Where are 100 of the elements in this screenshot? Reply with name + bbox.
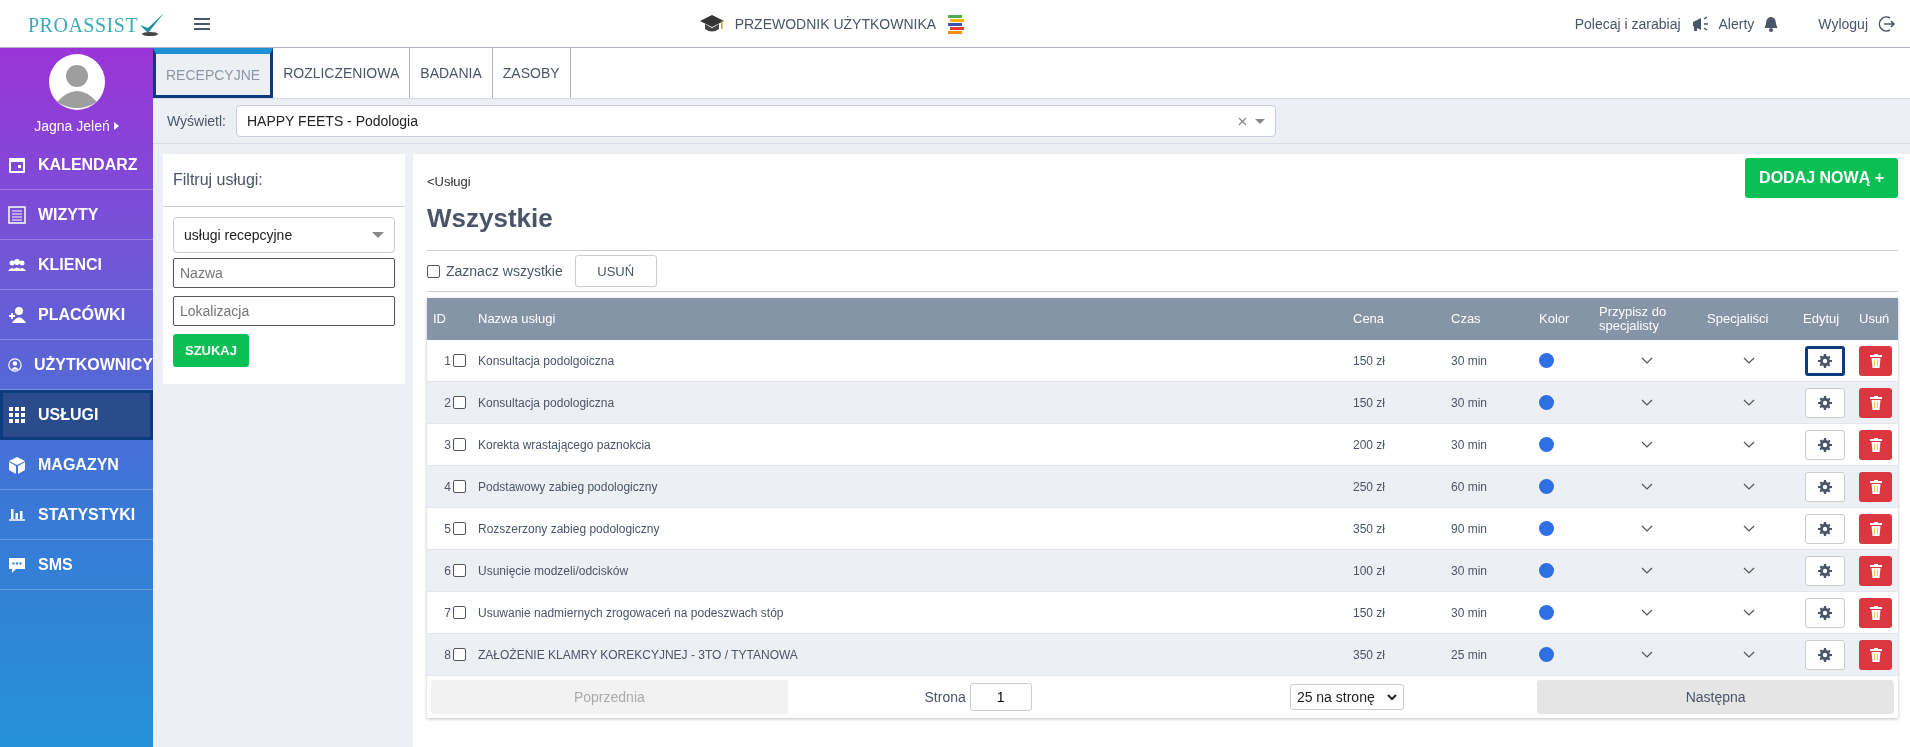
chevron-down-icon[interactable] <box>1641 399 1653 406</box>
chevron-down-icon[interactable] <box>1743 483 1755 490</box>
checkbox[interactable] <box>453 354 466 367</box>
logout-icon[interactable] <box>1878 14 1896 33</box>
delete-button[interactable] <box>1859 387 1892 418</box>
chevron-down-icon[interactable] <box>1641 357 1653 364</box>
per-page-select[interactable]: 25 na stronę <box>1289 684 1404 710</box>
chevron-down-icon <box>1386 693 1397 701</box>
breadcrumb-link[interactable]: <Usługi <box>427 174 553 189</box>
delete-button[interactable] <box>1859 429 1892 460</box>
table-cell: 30 min <box>1451 395 1488 410</box>
gear-icon <box>1818 437 1832 452</box>
caret-down-icon[interactable] <box>1255 118 1265 124</box>
clinic-select[interactable]: HAPPY FEETS - Podologia <box>236 105 1276 137</box>
user-name[interactable]: Jagna Jeleń <box>34 118 110 134</box>
menu-icon[interactable] <box>194 17 211 30</box>
table-cell: 250 zł <box>1353 479 1386 494</box>
table-cell: 200 zł <box>1353 437 1386 452</box>
delete-button[interactable]: USUŃ <box>574 255 657 287</box>
table-cell: 1 <box>444 353 451 368</box>
chevron-down-icon[interactable] <box>1743 567 1755 574</box>
chevron-down-icon[interactable] <box>1641 651 1653 658</box>
page-title: Wszystkie <box>427 203 553 234</box>
location-field[interactable]: Lokalizacja <box>173 296 395 326</box>
chevron-down-icon[interactable] <box>1641 483 1653 490</box>
chevron-down-icon[interactable] <box>1641 609 1653 616</box>
chevron-down-icon[interactable] <box>1641 567 1653 574</box>
gear-icon <box>1818 647 1832 662</box>
table-cell: ZAŁOŻENIE KLAMRY KOREKCYJNEJ - 3TO / TYTANOWA <box>478 647 798 662</box>
chevron-down-icon[interactable] <box>1743 399 1755 406</box>
next-button[interactable]: Następna <box>1537 680 1894 714</box>
checkbox[interactable] <box>453 396 466 409</box>
refer-link[interactable]: Polecaj i zarabiaj <box>1574 15 1681 32</box>
trash-icon <box>1869 353 1882 368</box>
table-cell: 100 zł <box>1353 563 1386 578</box>
checkbox[interactable] <box>453 606 466 619</box>
delete-button[interactable] <box>1859 513 1892 544</box>
chevron-down-icon[interactable] <box>1743 525 1755 532</box>
chevron-down-icon[interactable] <box>1641 525 1653 532</box>
gear-icon <box>1818 395 1832 410</box>
chevron-down-icon[interactable] <box>1641 441 1653 448</box>
trash-icon <box>1869 521 1882 536</box>
trash-icon <box>1869 563 1882 578</box>
table-cell: Usunięcie modzeli/odcisków <box>478 563 629 578</box>
table-cell: 350 zł <box>1353 647 1386 662</box>
chevron-down-icon[interactable] <box>1743 357 1755 364</box>
column-header: Kolor <box>1538 309 1571 328</box>
delete-button[interactable] <box>1859 597 1892 628</box>
type-select[interactable]: usługi recepcyjne <box>173 217 395 253</box>
logout-link[interactable]: Wyloguj <box>1818 15 1868 32</box>
table-cell: Rozszerzony zabieg podologiczny <box>478 521 660 536</box>
guide-link[interactable]: PRZEWODNIK UŻYTKOWNIKA <box>734 15 937 32</box>
tab[interactable]: BADANIA <box>410 48 493 98</box>
table-cell: 150 zł <box>1353 605 1386 620</box>
delete-button[interactable] <box>1859 555 1892 586</box>
clear-icon[interactable] <box>1238 116 1247 126</box>
page-field[interactable]: 1 <box>969 683 1032 711</box>
table-cell: 60 min <box>1451 479 1488 494</box>
sidebar-item[interactable]: USŁUGI <box>0 390 153 440</box>
table-cell: 2 <box>444 395 451 410</box>
table-cell: 7 <box>444 605 451 620</box>
table-cell: 4 <box>444 479 451 494</box>
table-cell: 150 zł <box>1353 395 1386 410</box>
table-cell: 90 min <box>1451 521 1488 536</box>
bell-icon[interactable] <box>1764 15 1779 32</box>
chevron-down-icon[interactable] <box>1743 651 1755 658</box>
delete-button[interactable] <box>1859 639 1892 670</box>
trash-icon <box>1869 605 1882 620</box>
checkbox[interactable] <box>453 438 466 451</box>
tab[interactable]: ZASOBY <box>492 48 571 98</box>
caret-icon[interactable] <box>113 122 119 130</box>
table-cell: 5 <box>444 521 451 536</box>
chevron-down-icon[interactable] <box>1743 441 1755 448</box>
name-field[interactable]: Nazwa <box>173 258 395 288</box>
gear-icon <box>1818 563 1832 578</box>
select-all-label[interactable]: Zaznacz wszystkie <box>446 263 563 279</box>
gear-icon <box>1818 479 1832 494</box>
checkbox[interactable] <box>453 648 466 661</box>
graduation-cap-icon <box>698 13 725 34</box>
delete-button[interactable] <box>1859 471 1892 502</box>
delete-button[interactable] <box>1859 345 1892 376</box>
alerts-link[interactable]: Alerty <box>1718 15 1755 32</box>
checkbox[interactable] <box>453 480 466 493</box>
column-header: Specjaliści <box>1706 309 1770 328</box>
chevron-down-icon[interactable] <box>1743 609 1755 616</box>
table-cell: 8 <box>444 647 451 662</box>
table-cell: Usuwanie nadmiernych zrogowaceń na podeszwach stóp <box>478 605 784 620</box>
avatar-icon[interactable] <box>48 54 105 110</box>
settings-button[interactable] <box>1805 345 1845 376</box>
gear-icon <box>1818 353 1832 368</box>
checkbox[interactable] <box>453 564 466 577</box>
checkbox[interactable] <box>453 522 466 535</box>
megaphone-icon[interactable] <box>1690 15 1709 32</box>
tab[interactable]: ROZLICZENIOWA <box>273 48 411 98</box>
display-label: Wyświetl: <box>167 113 226 129</box>
caret-down-icon <box>372 232 384 238</box>
checkbox[interactable] <box>427 264 440 278</box>
list-icon <box>8 205 26 224</box>
box-icon <box>8 455 26 474</box>
user-circle-icon <box>8 355 22 374</box>
